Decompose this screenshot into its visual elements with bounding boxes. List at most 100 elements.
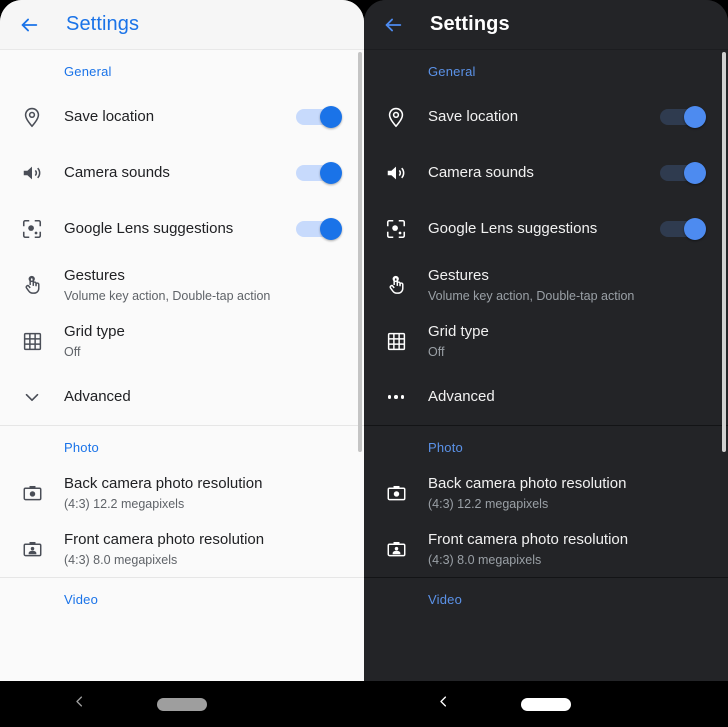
system-navigation-bar bbox=[0, 681, 364, 727]
volume-up-icon bbox=[0, 162, 64, 184]
row-title: Advanced bbox=[64, 388, 131, 405]
pill-home-indicator[interactable] bbox=[521, 697, 571, 711]
arrow-left-icon bbox=[18, 14, 40, 36]
nav-back-button[interactable] bbox=[72, 694, 87, 714]
phone-screen-light: Settings General Save location Camera so… bbox=[0, 0, 364, 727]
pill-home-indicator[interactable] bbox=[157, 697, 207, 711]
volume-up-icon bbox=[364, 162, 428, 184]
toggle-knob bbox=[320, 162, 342, 184]
arrow-left-icon bbox=[382, 14, 404, 36]
row-title: Front camera photo resolution bbox=[64, 530, 265, 548]
row-text: Front camera photo resolution (4:3) 8.0 … bbox=[64, 530, 348, 569]
back-button[interactable] bbox=[376, 8, 410, 42]
vertical-scrollbar[interactable] bbox=[358, 52, 362, 452]
section-header-general: General bbox=[64, 64, 112, 79]
back-button[interactable] bbox=[12, 8, 46, 42]
toggle-knob bbox=[320, 218, 342, 240]
row-google-lens-suggestions[interactable]: Google Lens suggestions bbox=[0, 201, 364, 257]
row-text: Grid type Off bbox=[428, 322, 712, 361]
row-subtitle: Off bbox=[428, 344, 445, 359]
back-camera-icon bbox=[364, 483, 428, 504]
section-header-video: Video bbox=[64, 592, 99, 607]
row-save-location[interactable]: Save location bbox=[364, 89, 728, 145]
row-text: Gestures Volume key action, Double-tap a… bbox=[64, 266, 348, 305]
row-back-camera-photo-resolution[interactable]: Back camera photo resolution (4:3) 12.2 … bbox=[0, 465, 364, 521]
toggle-google-lens-suggestions[interactable] bbox=[660, 217, 706, 241]
settings-list-dark[interactable]: General Save location Camera sounds Goog… bbox=[364, 50, 728, 681]
app-bar-dark: Settings bbox=[364, 0, 728, 50]
row-back-camera-photo-resolution[interactable]: Back camera photo resolution (4:3) 12.2 … bbox=[364, 465, 728, 521]
row-subtitle: (4:3) 8.0 megapixels bbox=[428, 552, 542, 567]
row-text: Google Lens suggestions bbox=[64, 219, 296, 239]
row-text: Camera sounds bbox=[64, 163, 296, 183]
row-front-camera-photo-resolution[interactable]: Front camera photo resolution (4:3) 8.0 … bbox=[0, 521, 364, 577]
row-camera-sounds[interactable]: Camera sounds bbox=[0, 145, 364, 201]
google-lens-icon bbox=[0, 218, 64, 240]
row-save-location[interactable]: Save location bbox=[0, 89, 364, 145]
app-surface-light: Settings General Save location Camera so… bbox=[0, 0, 364, 681]
row-subtitle: (4:3) 12.2 megapixels bbox=[428, 496, 549, 511]
row-text: Google Lens suggestions bbox=[428, 219, 660, 239]
row-google-lens-suggestions[interactable]: Google Lens suggestions bbox=[364, 201, 728, 257]
front-camera-icon bbox=[364, 539, 428, 560]
page-title: Settings bbox=[430, 13, 510, 35]
row-title: Google Lens suggestions bbox=[428, 220, 598, 237]
row-advanced[interactable]: Advanced bbox=[364, 369, 728, 425]
row-title: Back camera photo resolution bbox=[64, 474, 263, 492]
row-grid-type[interactable]: Grid type Off bbox=[0, 313, 364, 369]
back-camera-icon bbox=[0, 483, 64, 504]
section-general: General Save location Camera sounds Goog… bbox=[0, 50, 364, 425]
settings-list-light[interactable]: General Save location Camera sounds Goog… bbox=[0, 50, 364, 681]
toggle-save-location[interactable] bbox=[296, 105, 342, 129]
row-subtitle: Volume key action, Double-tap action bbox=[64, 288, 271, 303]
row-title: Camera sounds bbox=[64, 164, 170, 181]
chevron-left-icon bbox=[436, 696, 451, 713]
app-surface-dark: Settings General Save location Camera so… bbox=[364, 0, 728, 681]
nav-back-button[interactable] bbox=[436, 694, 451, 714]
row-subtitle: (4:3) 12.2 megapixels bbox=[64, 496, 185, 511]
dual-theme-comparison: Settings General Save location Camera so… bbox=[0, 0, 728, 727]
section-video: Video bbox=[0, 577, 364, 617]
toggle-camera-sounds[interactable] bbox=[296, 161, 342, 185]
row-title: Save location bbox=[64, 108, 155, 125]
row-title: Grid type bbox=[64, 322, 125, 340]
toggle-knob bbox=[684, 162, 706, 184]
row-grid-type[interactable]: Grid type Off bbox=[364, 313, 728, 369]
row-text: Back camera photo resolution (4:3) 12.2 … bbox=[64, 474, 348, 513]
overflow-dots-glyph bbox=[387, 395, 405, 399]
section-header-photo: Photo bbox=[428, 440, 463, 455]
row-gestures[interactable]: Gestures Volume key action, Double-tap a… bbox=[0, 257, 364, 313]
row-front-camera-photo-resolution[interactable]: Front camera photo resolution (4:3) 8.0 … bbox=[364, 521, 728, 577]
row-subtitle: Volume key action, Double-tap action bbox=[428, 288, 635, 303]
front-camera-icon bbox=[0, 539, 64, 560]
row-gestures[interactable]: Gestures Volume key action, Double-tap a… bbox=[364, 257, 728, 313]
row-text: Grid type Off bbox=[64, 322, 348, 361]
overflow-dots-icon bbox=[364, 395, 428, 399]
row-title: Grid type bbox=[428, 322, 489, 340]
row-text: Gestures Volume key action, Double-tap a… bbox=[428, 266, 712, 305]
row-text: Front camera photo resolution (4:3) 8.0 … bbox=[428, 530, 712, 569]
row-camera-sounds[interactable]: Camera sounds bbox=[364, 145, 728, 201]
row-advanced[interactable]: Advanced bbox=[0, 369, 364, 425]
chevron-down-icon bbox=[0, 386, 64, 408]
toggle-google-lens-suggestions[interactable] bbox=[296, 217, 342, 241]
google-lens-icon bbox=[364, 218, 428, 240]
toggle-knob bbox=[684, 106, 706, 128]
row-subtitle: (4:3) 8.0 megapixels bbox=[64, 552, 178, 567]
row-text: Back camera photo resolution (4:3) 12.2 … bbox=[428, 474, 712, 513]
row-title: Front camera photo resolution bbox=[428, 530, 629, 548]
vertical-scrollbar[interactable] bbox=[722, 52, 726, 452]
row-title: Gestures bbox=[64, 266, 125, 284]
toggle-save-location[interactable] bbox=[660, 105, 706, 129]
toggle-camera-sounds[interactable] bbox=[660, 161, 706, 185]
page-title: Settings bbox=[66, 13, 140, 35]
row-title: Advanced bbox=[428, 388, 495, 405]
row-text: Save location bbox=[64, 107, 296, 127]
section-video: Video bbox=[364, 577, 728, 617]
row-title: Back camera photo resolution bbox=[428, 474, 627, 492]
section-header-video: Video bbox=[428, 592, 463, 607]
grid-icon bbox=[364, 331, 428, 352]
grid-icon bbox=[0, 331, 64, 352]
section-header-general: General bbox=[428, 64, 476, 79]
row-title: Camera sounds bbox=[428, 164, 534, 181]
